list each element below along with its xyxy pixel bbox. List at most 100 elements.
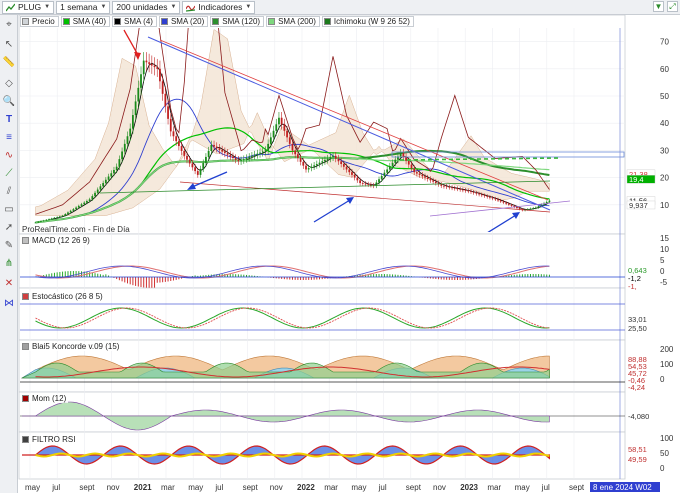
candle-body [337, 158, 340, 162]
candle-body [177, 141, 180, 147]
axis-label: 10 [660, 245, 669, 254]
candle-body [223, 151, 226, 154]
stoch-label-text: Estocástico (26 8 5) [32, 292, 103, 301]
value-tag: 33,01 [628, 315, 647, 324]
legend-swatch [22, 18, 29, 25]
legend-swatch [323, 18, 331, 25]
macd-label[interactable]: MACD (12 26 9) [20, 236, 92, 245]
candle-body [418, 173, 421, 175]
candle-body [110, 173, 113, 177]
candle-body [45, 219, 48, 221]
time-axis-label: jul [378, 483, 387, 492]
candle-body [169, 118, 172, 132]
candle-body [324, 159, 326, 162]
candle-body [42, 220, 45, 222]
candle-body [161, 81, 164, 94]
candle-body [313, 165, 316, 167]
candle-body [156, 67, 159, 69]
mom-label[interactable]: Mom (12) [20, 394, 69, 403]
macd-swatch [22, 237, 29, 244]
candle-body [402, 153, 405, 157]
legend-swatch [114, 18, 122, 25]
candle-body [351, 172, 353, 175]
price-axis-label: 10 [660, 201, 669, 210]
candle-body [167, 106, 169, 119]
candle-body [191, 163, 194, 168]
stoch-label[interactable]: Estocástico (26 8 5) [20, 292, 105, 301]
time-axis-label: nov [270, 483, 283, 492]
trading-chart-window: PLUG ▼ 1 semana ▼ 200 unidades ▼ Indicad… [0, 0, 680, 493]
candle-body [405, 156, 407, 161]
candle-body [205, 156, 207, 163]
candle-body [445, 186, 448, 188]
legend-item[interactable]: SMA (200) [266, 16, 320, 27]
mom-label-text: Mom (12) [32, 394, 67, 403]
price-axis-label: 70 [660, 38, 669, 47]
time-axis-label: sept [406, 483, 422, 492]
koncorde-label[interactable]: Blai5 Koncorde v.09 (15) [20, 342, 122, 351]
candle-body [159, 68, 161, 82]
legend-item[interactable]: SMA (120) [210, 16, 265, 27]
candle-body [310, 166, 313, 169]
candle-body [134, 101, 137, 116]
candle-body [137, 87, 140, 102]
candle-body [232, 156, 234, 159]
candle-body [302, 161, 305, 166]
candle-body [291, 143, 294, 151]
chart-canvas[interactable]: 151050-50,643-1,2-1, 33,0125,50 20010008… [0, 0, 680, 493]
legend-item[interactable]: Precio [20, 16, 59, 27]
candle-body [342, 164, 345, 167]
legend-label: Ichimoku (W 9 26 52) [333, 17, 410, 26]
rsi-swatch [22, 436, 29, 443]
axis-label: -5 [660, 278, 668, 287]
candle-body [123, 143, 126, 152]
candle-body [142, 60, 145, 75]
candle-body [407, 160, 410, 165]
value-tag: 25,50 [628, 324, 647, 333]
price-tag: 19,4 [629, 175, 644, 184]
candle-body [196, 171, 199, 175]
candle-body [61, 215, 64, 217]
time-axis-label: nov [433, 483, 446, 492]
candle-body [272, 130, 275, 138]
candle-body [326, 158, 329, 160]
candle-body [507, 203, 510, 205]
legend-item[interactable]: Ichimoku (W 9 26 52) [321, 16, 414, 27]
candle-body [229, 154, 232, 157]
candle-body [256, 153, 259, 155]
candle-body [99, 186, 102, 190]
candle-body [499, 200, 502, 202]
candle-body [380, 175, 383, 180]
legend-swatch [268, 18, 276, 25]
candle-body [296, 154, 299, 159]
candle-body [472, 192, 475, 193]
candle-body [434, 181, 437, 184]
candle-body [334, 155, 337, 159]
candle-body [83, 202, 86, 205]
candle-body [215, 146, 218, 149]
candle-body [164, 93, 167, 107]
rsi-label[interactable]: FILTRO RSI [20, 435, 78, 444]
price-axis-label: 40 [660, 119, 669, 128]
legend-item[interactable]: SMA (20) [158, 16, 209, 27]
legend-swatch [212, 18, 220, 25]
value-tag: 58,51 [628, 445, 647, 454]
candle-body [107, 176, 110, 180]
candle-body [529, 208, 532, 210]
candle-body [359, 180, 361, 184]
candle-body [245, 158, 248, 160]
candle-body [126, 136, 129, 144]
legend-item[interactable]: SMA (4) [112, 16, 157, 27]
candle-body [67, 212, 69, 215]
candle-body [283, 124, 286, 131]
candle-body [505, 202, 508, 204]
stoch-swatch [22, 293, 29, 300]
time-axis-label: jul [214, 483, 223, 492]
time-axis-label: may [188, 483, 203, 492]
candle-body [478, 193, 481, 195]
legend-item[interactable]: SMA (40) [60, 16, 111, 27]
time-axis-label: may [515, 483, 530, 492]
time-axis-label: mar [324, 483, 338, 492]
candle-body [451, 187, 453, 189]
time-axis-label: may [25, 483, 40, 492]
